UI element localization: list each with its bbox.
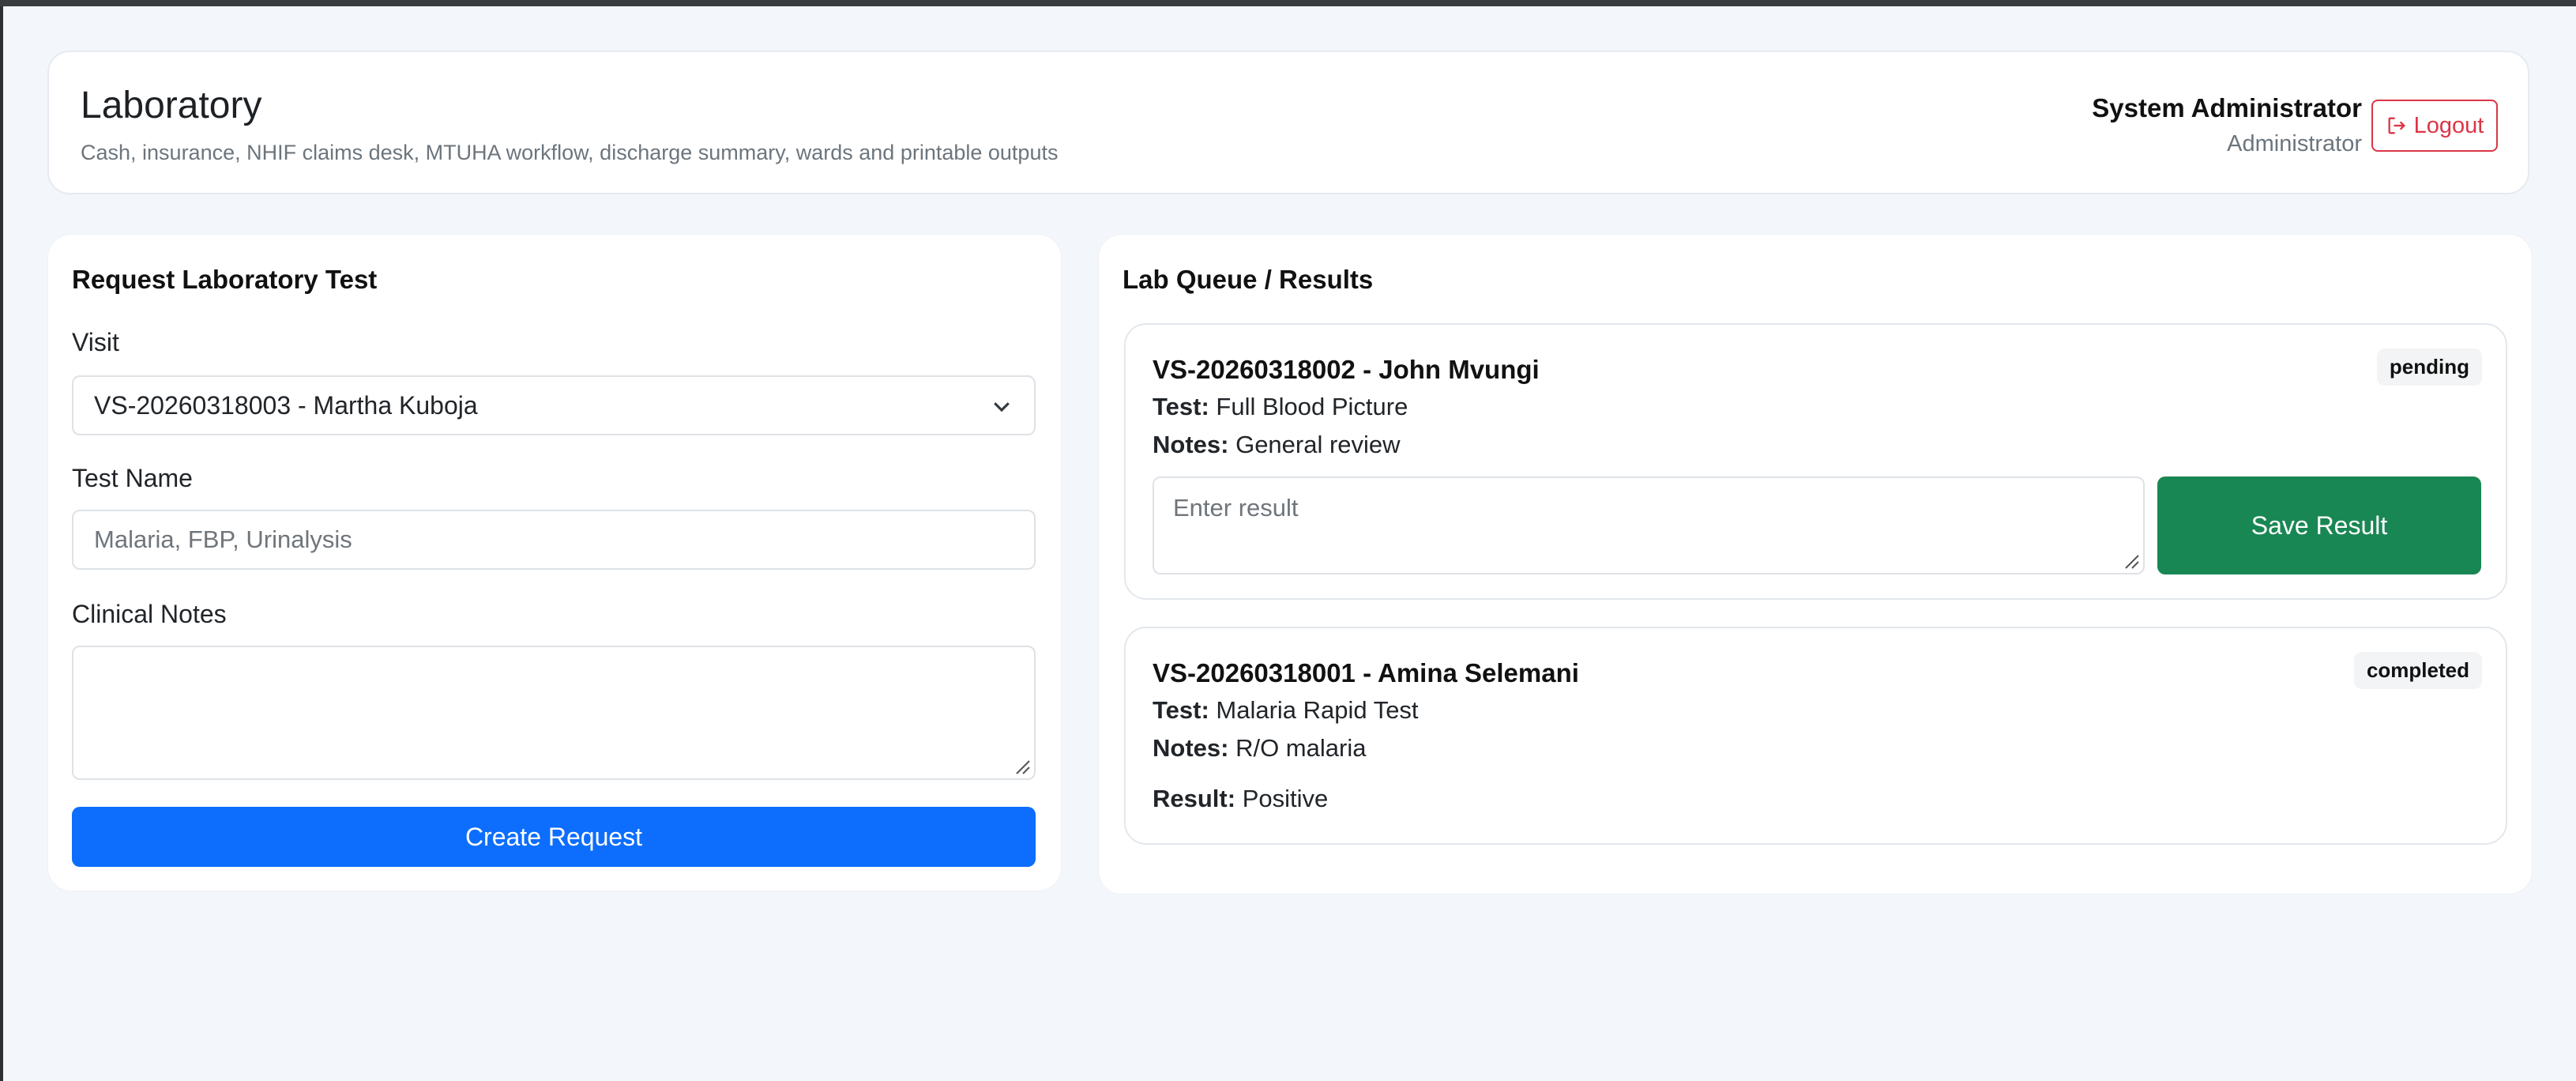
queue-item: VS-20260318001 - Amina Selemani complete… xyxy=(1124,627,2507,845)
page-subtitle: Cash, insurance, NHIF claims desk, MTUHA… xyxy=(81,141,1059,164)
chevron-down-icon xyxy=(994,402,1010,412)
queue-item-notes: Notes: General review xyxy=(1153,431,1401,458)
resize-grip-icon[interactable] xyxy=(1012,756,1031,775)
logout-icon xyxy=(2388,117,2405,134)
resize-grip-icon[interactable] xyxy=(2121,551,2140,570)
save-result-button[interactable]: Save Result xyxy=(2157,476,2481,574)
request-test-card: Request Laboratory Test Visit VS-2026031… xyxy=(47,234,1062,891)
window-top-bar xyxy=(0,0,2576,6)
visit-select[interactable]: VS-20260318003 - Martha Kuboja xyxy=(72,375,1036,435)
clinical-notes-label: Clinical Notes xyxy=(72,600,227,628)
user-role: Administrator xyxy=(2227,131,2362,156)
status-badge: completed xyxy=(2353,652,2482,689)
create-request-button[interactable]: Create Request xyxy=(72,807,1036,867)
queue-item-notes: Notes: R/O malaria xyxy=(1153,734,1367,762)
user-name: System Administrator xyxy=(2092,93,2362,122)
test-name-label: Test Name xyxy=(72,464,193,492)
queue-item: VS-20260318002 - John Mvungi pending Tes… xyxy=(1124,323,2507,600)
visit-selected-value: VS-20260318003 - Martha Kuboja xyxy=(94,391,478,420)
queue-item-test: Test: Full Blood Picture xyxy=(1153,393,1408,420)
result-textarea[interactable]: Enter result xyxy=(1153,476,2145,574)
lab-queue-card: Lab Queue / Results VS-20260318002 - Joh… xyxy=(1098,234,2533,895)
queue-item-visit: VS-20260318001 - Amina Selemani xyxy=(1153,658,1579,687)
queue-card-title: Lab Queue / Results xyxy=(1123,265,1374,294)
page-title: Laboratory xyxy=(81,85,262,126)
logout-button[interactable]: Logout xyxy=(2371,100,2498,152)
status-badge: pending xyxy=(2376,348,2482,386)
page-header: Laboratory Cash, insurance, NHIF claims … xyxy=(47,51,2529,194)
queue-item-visit: VS-20260318002 - John Mvungi xyxy=(1153,355,1540,384)
test-name-input[interactable] xyxy=(72,510,1036,570)
clinical-notes-textarea[interactable] xyxy=(72,646,1036,780)
request-card-title: Request Laboratory Test xyxy=(72,265,378,294)
queue-item-test: Test: Malaria Rapid Test xyxy=(1153,696,1419,724)
window-left-edge xyxy=(0,6,3,1081)
result-placeholder: Enter result xyxy=(1173,494,1299,522)
queue-item-result: Result: Positive xyxy=(1153,785,1329,812)
visit-label: Visit xyxy=(72,328,119,356)
logout-label: Logout xyxy=(2413,112,2484,138)
